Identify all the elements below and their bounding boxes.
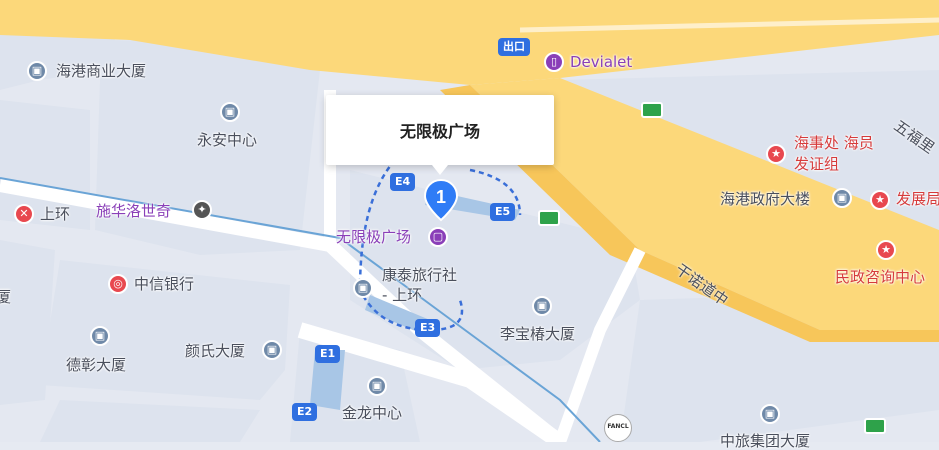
exit-marker[interactable]: E5 xyxy=(490,203,516,221)
mtr-icon[interactable]: ✕ xyxy=(14,204,34,224)
phone-icon[interactable]: ▯ xyxy=(544,52,564,72)
star-icon[interactable]: ★ xyxy=(766,144,786,164)
bus-stop-icon[interactable] xyxy=(864,418,886,434)
exit-marker[interactable]: 出口 xyxy=(498,38,530,56)
poi-label[interactable]: 永安中心 xyxy=(197,131,257,149)
poi-label[interactable]: 民政咨询中心 xyxy=(835,268,925,286)
location-popup[interactable]: 无限极广场 xyxy=(326,95,554,175)
poi-label: - 上环 xyxy=(382,286,423,304)
poi-label[interactable]: 颜氏大厦 xyxy=(185,342,245,360)
exit-marker[interactable]: E2 xyxy=(292,403,318,421)
poi-label[interactable]: 德彰大厦 xyxy=(66,356,126,374)
poi-label[interactable]: 海事处 海员 xyxy=(794,134,874,152)
poi-label[interactable]: 施华洛世奇 xyxy=(96,202,171,220)
poi-label[interactable]: 中信银行 xyxy=(134,275,194,293)
bus-stop-icon[interactable] xyxy=(641,102,663,118)
main-poi-label[interactable]: 无限极广场 xyxy=(336,228,411,246)
building-icon[interactable]: ▣ xyxy=(90,326,110,346)
exit-marker[interactable]: E4 xyxy=(390,173,416,191)
exit-marker[interactable]: E3 xyxy=(415,319,441,337)
building-icon[interactable]: ▣ xyxy=(353,278,373,298)
station-label[interactable]: 上环 xyxy=(40,205,70,223)
building-icon[interactable]: ▣ xyxy=(532,296,552,316)
location-pin-icon[interactable]: 1 xyxy=(423,178,459,222)
fancl-icon[interactable]: FANCL xyxy=(604,414,632,442)
pin-number: 1 xyxy=(436,187,446,207)
poi-label[interactable]: 中旅集团大厦 xyxy=(720,432,810,450)
building-icon[interactable]: ▣ xyxy=(27,61,47,81)
star-icon[interactable]: ★ xyxy=(870,190,890,210)
poi-label: 厦 xyxy=(0,288,12,306)
poi-label[interactable]: 金龙中心 xyxy=(342,404,402,422)
poi-label[interactable]: 康泰旅行社 xyxy=(382,266,457,284)
poi-label[interactable]: Devialet xyxy=(570,53,632,71)
exit-marker[interactable]: E1 xyxy=(315,345,341,363)
popup-title: 无限极广场 xyxy=(399,122,480,141)
building-icon[interactable]: ▣ xyxy=(832,188,852,208)
poi-label[interactable]: 发展局 xyxy=(896,190,939,208)
building-icon[interactable]: ▣ xyxy=(262,340,282,360)
poi-label[interactable]: 海港商业大厦 xyxy=(56,62,146,80)
building-icon[interactable]: ▣ xyxy=(367,376,387,396)
shopping-bag-icon[interactable]: ▢ xyxy=(428,227,448,247)
swan-icon[interactable]: ✦ xyxy=(192,200,212,220)
poi-label[interactable]: 海港政府大楼 xyxy=(720,190,810,208)
star-icon[interactable]: ★ xyxy=(876,240,896,260)
building-icon[interactable]: ▣ xyxy=(220,102,240,122)
bus-stop-icon[interactable] xyxy=(538,210,560,226)
bank-icon[interactable]: ◎ xyxy=(108,274,128,294)
poi-label: 发证组 xyxy=(794,155,840,173)
poi-label[interactable]: 李宝椿大厦 xyxy=(500,325,575,343)
building-icon[interactable]: ▣ xyxy=(760,404,780,424)
